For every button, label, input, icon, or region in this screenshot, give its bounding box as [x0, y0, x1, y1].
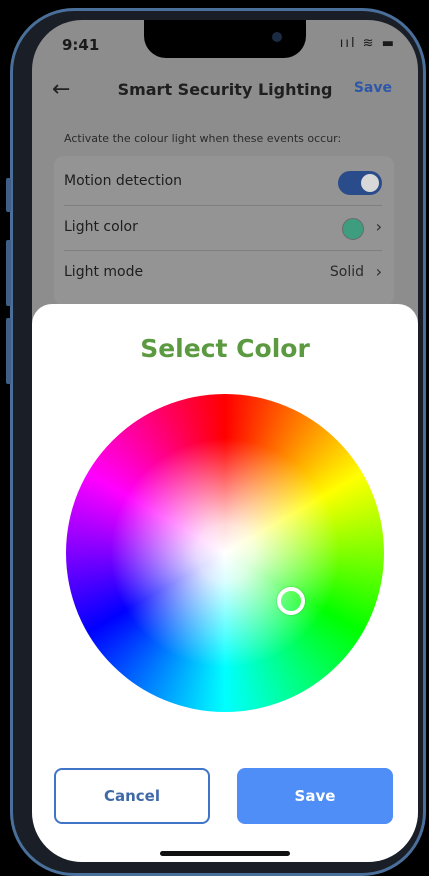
color-wheel[interactable]: [66, 394, 384, 712]
cancel-button[interactable]: Cancel: [54, 768, 210, 824]
light-mode-value: Solid: [329, 264, 364, 280]
mute-switch: [6, 178, 11, 212]
front-camera-icon: [272, 32, 282, 42]
status-icons: ııl ≋ ▬: [339, 36, 396, 51]
chevron-right-icon: ›: [375, 217, 382, 236]
light-color-label: Light color: [64, 219, 138, 235]
light-mode-row[interactable]: Light mode Solid ›: [64, 250, 382, 295]
header-save-button[interactable]: Save: [354, 80, 392, 96]
save-button[interactable]: Save: [237, 768, 393, 824]
motion-detection-toggle[interactable]: [338, 171, 382, 195]
notch: [144, 20, 306, 58]
home-indicator[interactable]: [160, 851, 290, 856]
light-color-swatch: [342, 218, 364, 240]
motion-detection-label: Motion detection: [64, 173, 183, 189]
phone-screen: 9:41 ııl ≋ ▬ ← Smart Security Lighting S…: [32, 20, 418, 862]
chevron-right-icon: ›: [375, 262, 382, 281]
light-color-row[interactable]: Light color ›: [64, 205, 382, 250]
nav-bar: ← Smart Security Lighting Save: [32, 72, 418, 106]
volume-up-button: [6, 240, 11, 306]
color-wheel-cursor[interactable]: [277, 587, 305, 615]
volume-down-button: [6, 318, 11, 384]
color-picker-title: Select Color: [140, 334, 310, 363]
events-hint: Activate the colour light when these eve…: [64, 132, 342, 145]
color-picker-sheet: Select Color Cancel Save: [32, 304, 418, 862]
toggle-knob: [361, 174, 379, 192]
light-mode-label: Light mode: [64, 264, 144, 280]
motion-detection-row[interactable]: Motion detection: [64, 160, 382, 204]
status-time: 9:41: [62, 36, 100, 54]
settings-card: Motion detection Light color › Light mod…: [54, 156, 394, 306]
